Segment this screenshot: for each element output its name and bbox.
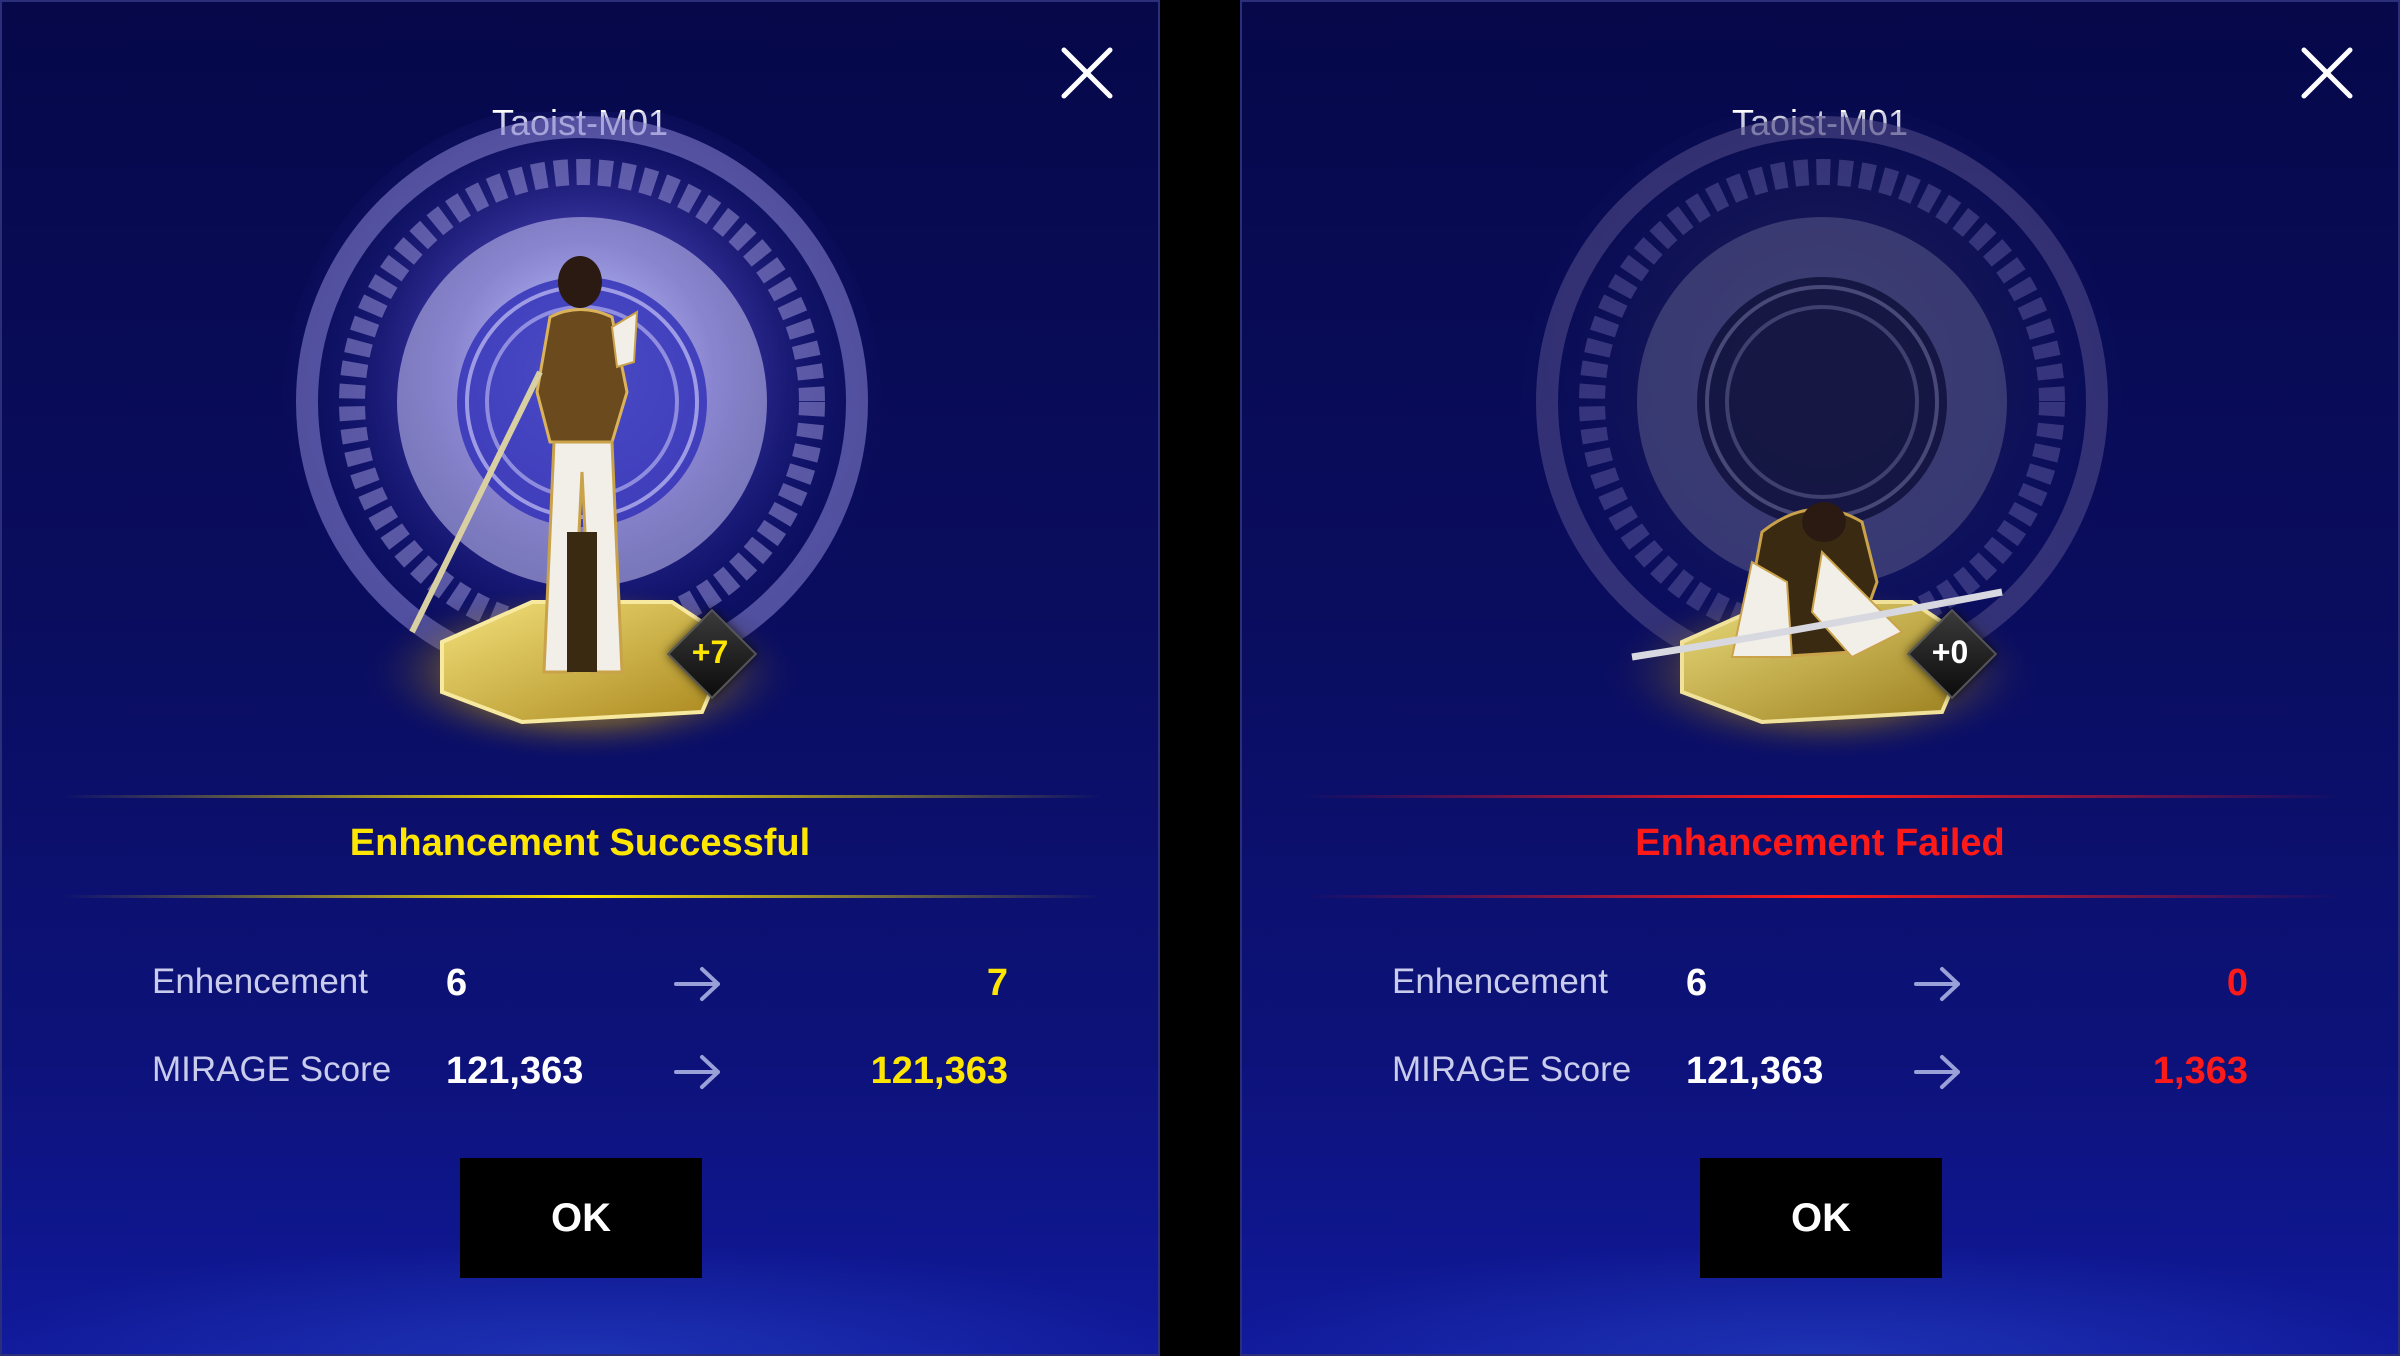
enhancement-level-badge: +7: [666, 608, 758, 700]
divider-bottom: [62, 895, 1102, 898]
arrow-right-icon: [672, 1052, 724, 1092]
ok-button[interactable]: OK: [1700, 1158, 1942, 1278]
arrow-right-icon: [1912, 1052, 1964, 1092]
enhancement-result-panel-success: Taoist-M01: [0, 0, 1160, 1356]
ok-button[interactable]: OK: [460, 1158, 702, 1278]
divider-top: [1302, 795, 2342, 798]
divider-top: [62, 795, 1102, 798]
stat-to-mirage-score: 121,363: [870, 1050, 1008, 1092]
stat-label-mirage-score: MIRAGE Score: [152, 1050, 392, 1089]
character-showcase: +7: [282, 112, 882, 772]
character-showcase: +0: [1522, 112, 2122, 772]
stat-to-enhancement: 0: [2226, 962, 2248, 1004]
character-stage-graphic: [1522, 112, 2122, 762]
enhancement-result-panel-failed: Taoist-M01: [1240, 0, 2400, 1356]
divider-bottom: [1302, 895, 2342, 898]
close-icon: [2301, 47, 2353, 99]
result-title: Enhancement Successful: [349, 822, 811, 864]
arrow-right-icon: [1912, 964, 1964, 1004]
stat-from-mirage-score: 121,363: [446, 1050, 584, 1092]
stat-to-mirage-score: 1,363: [2152, 1050, 2248, 1092]
stat-label-enhancement: Enhencement: [152, 962, 368, 1001]
stat-from-enhancement: 6: [446, 962, 468, 1004]
arrow-right-icon: [672, 964, 724, 1004]
enhancement-level-badge: +0: [1906, 608, 1998, 700]
close-button[interactable]: [1056, 42, 1118, 104]
stat-to-enhancement: 7: [986, 962, 1008, 1004]
character-stage-graphic: [282, 112, 882, 762]
close-icon: [1061, 47, 1113, 99]
stat-from-mirage-score: 121,363: [1686, 1050, 1824, 1092]
close-button[interactable]: [2296, 42, 2358, 104]
result-title: Enhancement Failed: [1635, 822, 2005, 864]
stat-label-mirage-score: MIRAGE Score: [1392, 1050, 1632, 1089]
stat-from-enhancement: 6: [1686, 962, 1708, 1004]
stat-label-enhancement: Enhencement: [1392, 962, 1608, 1001]
